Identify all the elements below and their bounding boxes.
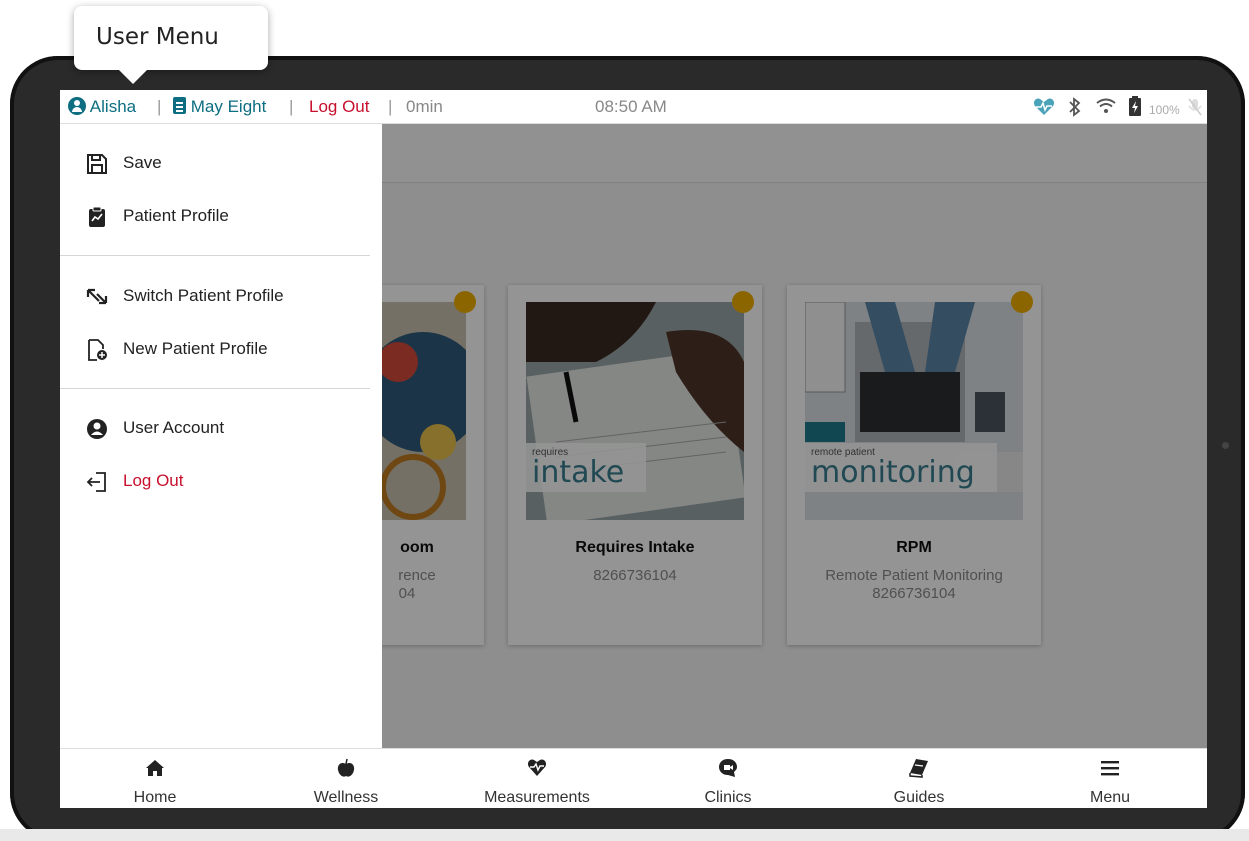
switch-arrows-icon xyxy=(86,288,108,305)
clipboard-icon xyxy=(173,97,186,114)
user-avatar-icon xyxy=(68,97,86,115)
user-name: Alisha xyxy=(89,97,137,116)
nav-wellness[interactable]: Wellness xyxy=(251,749,441,808)
menu-item-patient-profile[interactable]: Patient Profile xyxy=(60,194,382,238)
clock-time: 08:50 AM xyxy=(595,97,667,116)
bottom-strip xyxy=(0,829,1249,841)
nav-measurements[interactable]: Measurements xyxy=(442,749,632,808)
battery-percent: 100% xyxy=(1149,103,1180,117)
menu-item-new-patient-profile[interactable]: New Patient Profile xyxy=(60,327,382,371)
user-menu-tooltip: User Menu xyxy=(74,6,268,84)
menu-item-label: Patient Profile xyxy=(123,206,229,225)
separator: | xyxy=(157,97,162,116)
nav-label: Home xyxy=(133,789,177,806)
logout-link[interactable]: Log Out xyxy=(309,97,370,117)
menu-item-label: Save xyxy=(123,153,162,172)
bluetooth-icon xyxy=(1069,97,1081,117)
hamburger-menu-icon xyxy=(1101,761,1119,776)
menu-item-label: Switch Patient Profile xyxy=(123,286,284,305)
nav-menu[interactable]: Menu xyxy=(1015,749,1205,808)
heart-pulse-icon xyxy=(527,759,547,776)
new-file-icon xyxy=(88,339,107,361)
nav-home[interactable]: Home xyxy=(60,749,250,808)
patient-selector[interactable]: May Eight xyxy=(173,97,266,117)
clipboard-chart-icon xyxy=(89,206,105,227)
patient-name: May Eight xyxy=(190,97,267,116)
user-menu-drawer: Save Patient Profile Switch Patient Prof… xyxy=(60,124,382,748)
user-account-icon xyxy=(87,419,107,439)
user-menu-trigger[interactable]: Alisha xyxy=(68,97,136,117)
menu-item-switch-patient-profile[interactable]: Switch Patient Profile xyxy=(60,274,382,318)
book-icon xyxy=(909,759,928,778)
apple-icon xyxy=(337,758,355,777)
battery-icon xyxy=(1129,96,1141,116)
save-icon xyxy=(87,154,107,174)
menu-divider xyxy=(60,255,370,256)
nav-label: Clinics xyxy=(704,789,752,806)
separator: | xyxy=(388,97,393,116)
wifi-icon xyxy=(1096,98,1116,113)
bottom-navigation: Home Wellness Measurements Clinics Guide… xyxy=(60,748,1207,808)
nav-label: Wellness xyxy=(313,789,379,806)
menu-item-label: New Patient Profile xyxy=(123,339,268,358)
device-screen: Alisha | May Eight | Log Out | 0min 08:5… xyxy=(60,90,1207,808)
mic-muted-icon xyxy=(1188,98,1202,116)
heart-pulse-status-icon xyxy=(1033,98,1055,115)
separator: | xyxy=(289,97,294,116)
camera-dot xyxy=(1222,442,1229,449)
menu-item-save[interactable]: Save xyxy=(60,141,382,185)
menu-item-label: User Account xyxy=(123,418,225,437)
menu-item-label: Log Out xyxy=(123,471,184,490)
menu-divider xyxy=(60,388,370,389)
nav-guides[interactable]: Guides xyxy=(824,749,1014,808)
nav-label: Menu xyxy=(1089,789,1131,806)
log-out-icon xyxy=(86,472,106,492)
tooltip-label: User Menu xyxy=(96,24,219,50)
nav-label: Guides xyxy=(893,789,945,806)
menu-item-log-out[interactable]: Log Out xyxy=(60,459,382,503)
menu-item-user-account[interactable]: User Account xyxy=(60,406,382,450)
video-chat-icon xyxy=(719,759,737,777)
status-bar: Alisha | May Eight | Log Out | 0min 08:5… xyxy=(60,90,1207,124)
session-duration: 0min xyxy=(406,97,443,116)
home-icon xyxy=(146,760,164,776)
nav-label: Measurements xyxy=(484,789,590,806)
nav-clinics[interactable]: Clinics xyxy=(633,749,823,808)
